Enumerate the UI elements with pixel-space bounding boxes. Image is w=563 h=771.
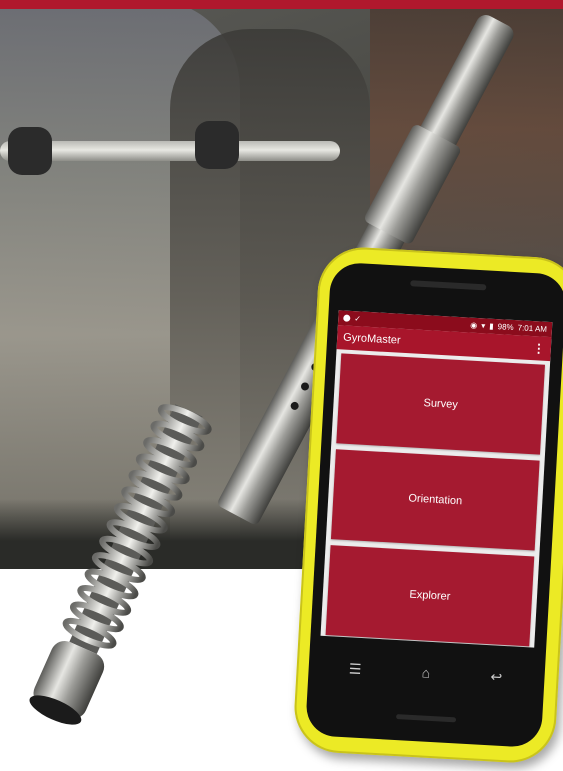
location-icon: ◉ — [470, 320, 478, 330]
download-icon: ✓ — [354, 314, 362, 324]
device-screen: ✓ ◉ ▾ ▮ 98% 7:01 AM GyroMaster ⋮ Survey — [320, 310, 553, 648]
battery-level: 98% — [497, 322, 514, 332]
notification-dot-icon — [343, 314, 351, 322]
app-title: GyroMaster — [342, 331, 401, 347]
battery-icon: ▮ — [489, 321, 494, 331]
survey-label: Survey — [423, 397, 459, 411]
explorer-label: Explorer — [409, 588, 451, 603]
clock-time: 7:01 AM — [517, 323, 548, 334]
back-icon[interactable]: ↩ — [490, 668, 503, 686]
explorer-button[interactable]: Explorer — [325, 545, 535, 647]
navigation-bar: ☰ ⌂ ↩ — [317, 642, 533, 704]
menu-icon[interactable]: ☰ — [348, 660, 362, 678]
survey-button[interactable]: Survey — [336, 353, 545, 455]
menu-tiles: Survey Orientation Explorer — [321, 349, 551, 647]
handheld-device: ✓ ◉ ▾ ▮ 98% 7:01 AM GyroMaster ⋮ Survey — [292, 245, 563, 765]
home-icon[interactable]: ⌂ — [421, 664, 430, 680]
device-front: ✓ ◉ ▾ ▮ 98% 7:01 AM GyroMaster ⋮ Survey — [304, 261, 563, 749]
wifi-icon: ▾ — [481, 321, 486, 331]
earpiece-speaker — [410, 280, 487, 291]
probe-spring — [29, 404, 212, 725]
orientation-label: Orientation — [408, 492, 463, 508]
bottom-speaker — [395, 714, 457, 723]
overflow-menu-icon[interactable]: ⋮ — [533, 341, 546, 356]
orientation-button[interactable]: Orientation — [330, 449, 540, 551]
